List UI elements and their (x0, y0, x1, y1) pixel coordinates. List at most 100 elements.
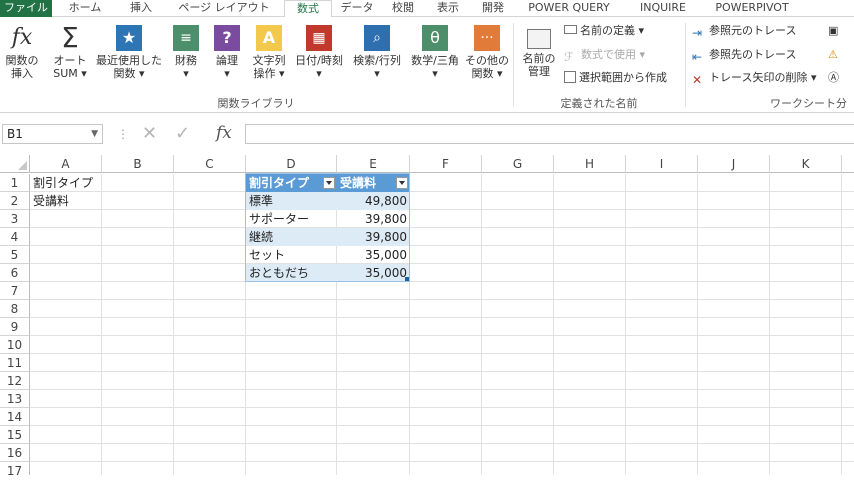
column-header-b[interactable]: B (102, 155, 174, 173)
tab-developer[interactable]: 開発 (472, 0, 514, 17)
more-functions-button[interactable]: ··· その他の 関数 ▾ (464, 25, 510, 80)
tab-data[interactable]: データ (332, 0, 382, 17)
row-header-17[interactable]: 17 (0, 462, 30, 478)
question-book-icon: ? (214, 25, 240, 51)
table-cell[interactable]: セット (246, 246, 337, 264)
row-header-14[interactable]: 14 (0, 408, 30, 426)
chevron-down-icon[interactable]: ▼ (91, 125, 98, 143)
autosum-label-1: オート (53, 54, 87, 67)
financial-label-2: ▾ (183, 67, 189, 80)
row-header-8[interactable]: 8 (0, 300, 30, 318)
name-manager-button[interactable]: 名前の 管理 (518, 25, 560, 78)
trace-dependents-button[interactable]: ⇤ 参照先のトレース (692, 45, 796, 65)
insert-function-fx-icon[interactable]: fx (216, 123, 232, 143)
autosum-label-2: SUM ▾ (53, 67, 87, 80)
tab-insert[interactable]: 挿入 (118, 0, 164, 17)
table-cell[interactable]: 標準 (246, 192, 337, 210)
trace-dependents-label: 参照先のトレース (709, 48, 797, 61)
remove-arrows-label: トレース矢印の削除 ▾ (709, 71, 817, 84)
table-resize-handle[interactable] (405, 277, 409, 281)
row-header-3[interactable]: 3 (0, 210, 30, 228)
table-cell[interactable]: 継続 (246, 228, 337, 246)
row-header-12[interactable]: 12 (0, 372, 30, 390)
row-header-7[interactable]: 7 (0, 282, 30, 300)
show-formulas-icon[interactable]: ▣ (828, 21, 838, 41)
column-header-h[interactable]: H (554, 155, 626, 173)
table-cell[interactable]: サポーター (246, 210, 337, 228)
column-header-l[interactable] (842, 155, 854, 173)
row-header-2[interactable]: 2 (0, 192, 30, 210)
recently-used-button[interactable]: ★ 最近使用した 関数 ▾ (94, 25, 164, 80)
tab-powerpivot[interactable]: POWERPIVOT (702, 0, 802, 17)
tab-view[interactable]: 表示 (424, 0, 472, 17)
tab-power-query[interactable]: POWER QUERY (514, 0, 624, 17)
gridline (697, 174, 698, 475)
define-name-button[interactable]: 名前の定義 ▾ (564, 21, 644, 41)
select-all-corner[interactable] (0, 155, 30, 173)
cancel-icon[interactable]: ✕ (142, 123, 157, 144)
error-check-icon[interactable]: ⚠ (828, 45, 838, 65)
row-header-4[interactable]: 4 (0, 228, 30, 246)
tab-page-layout[interactable]: ページ レイアウト (164, 0, 284, 17)
cell-a2[interactable]: 受講料 (30, 192, 102, 210)
row-header-1[interactable]: 1 (0, 174, 30, 192)
column-header-i[interactable]: I (626, 155, 698, 173)
table-cell[interactable]: おともだち (246, 264, 337, 282)
tab-formulas[interactable]: 数式 (284, 0, 332, 18)
row-header-15[interactable]: 15 (0, 426, 30, 444)
define-name-icon (564, 25, 577, 34)
math-button[interactable]: θ 数学/三角 ▾ (406, 25, 464, 80)
row-header-5[interactable]: 5 (0, 246, 30, 264)
table-header-cell[interactable]: 割引タイプ (246, 174, 337, 192)
formula-input[interactable] (245, 124, 854, 144)
logical-button[interactable]: ? 論理 ▾ (208, 25, 246, 80)
text-button[interactable]: A 文字列 操作 ▾ (248, 25, 290, 80)
table-cell[interactable]: 39,800 (337, 210, 410, 228)
row-header-6[interactable]: 6 (0, 264, 30, 282)
tab-home[interactable]: ホーム (52, 0, 118, 17)
financial-button[interactable]: ≡ 財務 ▾ (168, 25, 204, 80)
cell-a1[interactable]: 割引タイプ (30, 174, 130, 192)
gridline (30, 353, 854, 354)
row-header-16[interactable]: 16 (0, 444, 30, 462)
table-cell[interactable]: 49,800 (337, 192, 410, 210)
gridline (30, 443, 854, 444)
star-book-icon: ★ (116, 25, 142, 51)
group-separator (685, 23, 686, 107)
row-header-9[interactable]: 9 (0, 318, 30, 336)
evaluate-formula-icon[interactable]: Ⓐ (828, 68, 839, 88)
column-header-a[interactable]: A (30, 155, 102, 173)
insert-function-button[interactable]: fx 関数の 挿入 (2, 25, 42, 80)
table-cell[interactable]: 35,000 (337, 246, 410, 264)
row-header-10[interactable]: 10 (0, 336, 30, 354)
table-header-cell[interactable]: 受講料 (337, 174, 410, 192)
filter-dropdown-icon[interactable] (396, 177, 408, 189)
name-box[interactable]: B1 ▼ (2, 124, 103, 144)
column-header-c[interactable]: C (174, 155, 246, 173)
tab-file[interactable]: ファイル (0, 0, 52, 17)
remove-arrows-button[interactable]: ✕ トレース矢印の削除 ▾ (692, 68, 816, 88)
name-manager-label-1: 名前の (522, 52, 556, 65)
column-header-d[interactable]: D (246, 155, 337, 173)
tab-review[interactable]: 校閲 (382, 0, 424, 17)
column-header-k[interactable]: K (770, 155, 842, 173)
enter-icon[interactable]: ✓ (175, 123, 190, 144)
lookup-button[interactable]: ⌕ 検索/行列 ▾ (348, 25, 406, 80)
table-cell[interactable]: 39,800 (337, 228, 410, 246)
create-from-selection-button[interactable]: 選択範囲から作成 (564, 68, 667, 88)
autosum-button[interactable]: Σ オート SUM ▾ (48, 24, 92, 81)
row-header-13[interactable]: 13 (0, 390, 30, 408)
insert-function-label-1: 関数の (5, 54, 39, 67)
column-header-f[interactable]: F (410, 155, 482, 173)
row-header-11[interactable]: 11 (0, 354, 30, 372)
column-header-e[interactable]: E (337, 155, 410, 173)
column-header-g[interactable]: G (482, 155, 554, 173)
filter-dropdown-icon[interactable] (323, 177, 335, 189)
trace-precedents-button[interactable]: ⇥ 参照元のトレース (692, 21, 796, 41)
date-time-button[interactable]: ▦ 日付/時刻 ▾ (290, 25, 348, 80)
worksheet-grid[interactable]: A B C D E F G H I J K 1 2 3 4 5 6 7 8 9 … (0, 155, 854, 478)
tab-inquire[interactable]: INQUIRE (624, 0, 702, 17)
column-header-j[interactable]: J (698, 155, 770, 173)
table-cell[interactable]: 35,000 (337, 264, 410, 282)
more-book-icon: ··· (474, 25, 500, 51)
